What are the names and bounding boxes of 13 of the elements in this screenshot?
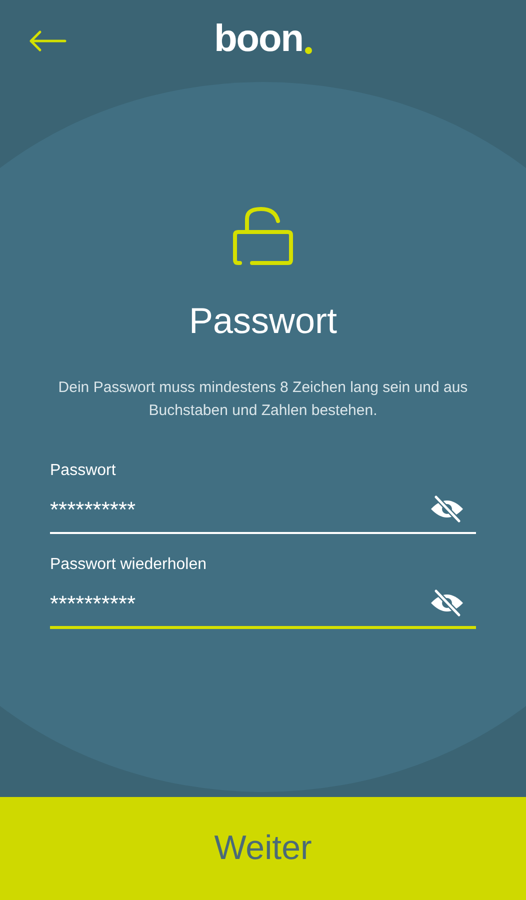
- password-field[interactable]: **********: [50, 480, 476, 534]
- next-button[interactable]: Weiter: [0, 797, 526, 900]
- eye-slash-icon[interactable]: [430, 495, 464, 523]
- description: Dein Passwort muss mindestens 8 Zeichen lang sein und aus Buchstaben und Zahlen bestehen.: [57, 378, 469, 421]
- field-label: Passwort wiederholen: [50, 556, 208, 574]
- eye-slash-icon[interactable]: [430, 589, 464, 617]
- field-label: Passwort: [50, 462, 117, 480]
- page-title: Passwort: [188, 300, 338, 342]
- back-arrow-icon[interactable]: [29, 30, 67, 52]
- logo: boon: [214, 20, 303, 58]
- password-field[interactable]: **********: [50, 574, 476, 629]
- unlocked-padlock-icon: [232, 206, 294, 266]
- logo-dot-icon: [304, 47, 312, 54]
